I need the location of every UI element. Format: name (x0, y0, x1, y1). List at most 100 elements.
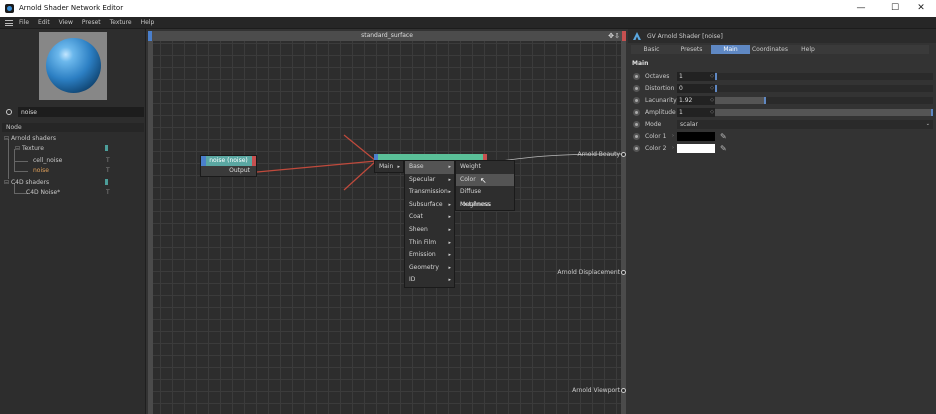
menu-item-diffuse-roughness[interactable]: Diffuse roughness (456, 186, 514, 208)
tab-coordinates[interactable]: Coordinates (750, 45, 790, 54)
animate-radio-icon[interactable] (633, 97, 640, 104)
amplitude-field[interactable]: 1 ◇ (677, 108, 715, 117)
amplitude-slider[interactable] (715, 109, 933, 116)
menu-view[interactable]: View (59, 19, 73, 26)
type-mark: T (106, 167, 110, 174)
noise-output-port[interactable]: Output (229, 167, 250, 174)
color1-swatch[interactable] (677, 132, 715, 141)
tree-item-noise[interactable]: noise T (33, 166, 140, 175)
menu-item-weight[interactable]: Weight (456, 161, 514, 174)
minimize-button[interactable]: — (846, 1, 876, 15)
section-main-heading: Main (632, 60, 649, 67)
search-input[interactable] (18, 107, 144, 117)
menu-item-coat[interactable]: Coat ▸ (405, 211, 454, 224)
slider-thumb[interactable] (715, 85, 717, 92)
menu-item-base[interactable]: Base ▸ (405, 161, 454, 174)
tab-basic[interactable]: Basic (631, 45, 672, 54)
slider-thumb[interactable] (931, 109, 933, 116)
param-lacunarity: Lacunarity 1.92 ◇ (628, 95, 936, 106)
app-logo-icon (5, 4, 14, 13)
menu-item-emission[interactable]: Emission ▸ (405, 249, 454, 262)
menu-help[interactable]: Help (141, 19, 155, 26)
attribute-panel: GV Arnold Shader [noise] Basic Presets M… (628, 29, 936, 414)
octaves-field[interactable]: 1 ◇ (677, 72, 715, 81)
slider-fill (715, 97, 766, 104)
noise-node[interactable]: noise (noise) Output (200, 155, 257, 177)
tree-item-cell-noise[interactable]: cell_noise T (33, 156, 140, 165)
lacunarity-slider[interactable] (715, 97, 933, 104)
mode-dropdown[interactable]: scalar ⌄ (677, 120, 933, 129)
menu-file[interactable]: File (19, 19, 29, 26)
menu-texture[interactable]: Texture (110, 19, 132, 26)
attribute-tabs: Basic Presets Main Coordinates Help (631, 45, 929, 54)
animate-radio-icon[interactable] (633, 73, 640, 80)
arnold-logo-icon (633, 32, 641, 40)
port-arnold-viewport[interactable] (621, 388, 626, 393)
node-editor-canvas[interactable]: standard_surface ✥ ⇩ noise (noise) Outpu… (148, 31, 626, 414)
type-mark: T (106, 189, 110, 196)
attribute-panel-title: GV Arnold Shader [noise] (628, 29, 936, 43)
noise-node-title: noise (noise) (201, 156, 256, 166)
animate-radio-icon[interactable] (633, 145, 640, 152)
search-row (2, 107, 144, 117)
eyedropper-icon[interactable]: ✎ (720, 144, 727, 153)
menu-item-main[interactable]: Main ▸ (375, 161, 403, 174)
param-distortion: Distortion 0 ◇ (628, 83, 936, 94)
window-titlebar: Arnold Shader Network Editor — ☐ ✕ (0, 0, 936, 17)
tree-item-c4d-shaders[interactable]: ⊟ C4D shaders (4, 178, 140, 187)
tab-presets[interactable]: Presets (672, 45, 711, 54)
menu-item-specular[interactable]: Specular ▸ (405, 174, 454, 187)
window-title: Arnold Shader Network Editor (19, 4, 124, 12)
lacunarity-field[interactable]: 1.92 ◇ (677, 96, 715, 105)
menu-item-transmission[interactable]: Transmission ▸ (405, 186, 454, 199)
slider-thumb[interactable] (764, 97, 767, 104)
slider-thumb[interactable] (715, 73, 717, 80)
tree-item-c4d-noise[interactable]: C4D Noise* T (26, 188, 140, 197)
animate-radio-icon[interactable] (633, 121, 640, 128)
menu-item-subsurface[interactable]: Subsurface ▸ (405, 199, 454, 212)
animate-radio-icon[interactable] (633, 133, 640, 140)
octaves-slider[interactable] (715, 73, 933, 80)
hamburger-menu-icon[interactable] (5, 20, 13, 26)
gear-icon[interactable] (6, 109, 12, 115)
material-preview (39, 32, 107, 100)
port-arnold-viewport-label: Arnold Viewport (572, 387, 620, 394)
context-menu-level1: Main ▸ (374, 160, 404, 173)
menu-item-color[interactable]: Color ↖ (456, 173, 514, 187)
tree-item-texture[interactable]: ⊟ Texture (15, 144, 140, 153)
param-mode: Mode scalar ⌄ (628, 119, 936, 130)
menu-item-geometry[interactable]: Geometry ▸ (405, 262, 454, 275)
close-button[interactable]: ✕ (906, 1, 936, 15)
left-panel: Node ⊟ Arnold shaders ⊟ Texture cell_noi… (0, 29, 146, 414)
expand-caret-icon[interactable]: › (672, 133, 674, 139)
menu-preset[interactable]: Preset (82, 19, 101, 26)
menu-item-thin-film[interactable]: Thin Film ▸ (405, 237, 454, 250)
type-mark: T (106, 157, 110, 164)
distortion-field[interactable]: 0 ◇ (677, 84, 715, 93)
c4d-badge (105, 179, 108, 185)
distortion-slider[interactable] (715, 85, 933, 92)
menubar: File Edit View Preset Texture Help (0, 17, 936, 29)
param-color1: Color 1 › ✎ (628, 131, 936, 142)
menu-item-sheen[interactable]: Sheen ▸ (405, 224, 454, 237)
color2-swatch[interactable] (677, 144, 715, 153)
menu-edit[interactable]: Edit (38, 19, 50, 26)
tab-main[interactable]: Main (711, 45, 750, 54)
eyedropper-icon[interactable]: ✎ (720, 132, 727, 141)
port-arnold-displacement[interactable] (621, 270, 626, 275)
tab-help[interactable]: Help (790, 45, 826, 54)
menu-item-metalness[interactable]: Metalness (456, 199, 514, 212)
port-arnold-beauty[interactable] (621, 152, 626, 157)
port-arnold-displacement-label: Arnold Displacement (557, 269, 620, 276)
expand-caret-icon[interactable]: › (672, 145, 674, 151)
port-arnold-beauty-label: Arnold Beauty (577, 151, 620, 158)
animate-radio-icon[interactable] (633, 85, 640, 92)
preview-sphere (46, 38, 101, 93)
animate-radio-icon[interactable] (633, 109, 640, 116)
slider-fill (715, 109, 933, 116)
tree-item-arnold-shaders[interactable]: ⊟ Arnold shaders (4, 134, 56, 143)
param-color2: Color 2 › ✎ (628, 143, 936, 154)
wire-drag-hint-lower (343, 160, 377, 191)
menu-item-id[interactable]: ID ▸ (405, 274, 454, 287)
connection-wire (256, 160, 377, 173)
